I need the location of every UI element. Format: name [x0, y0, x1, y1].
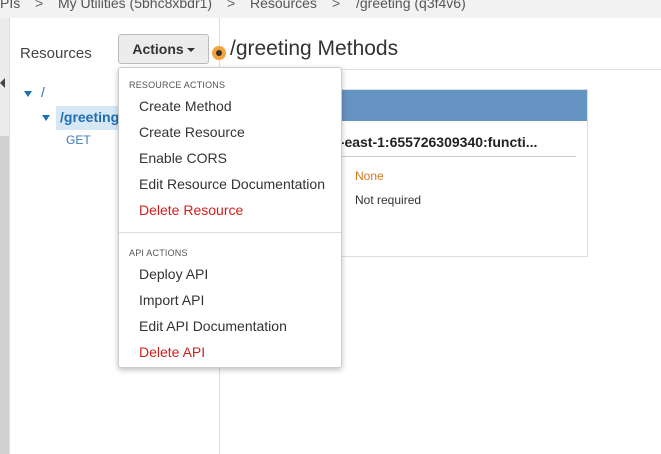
- caret-down-icon: [186, 48, 195, 53]
- tree-expand-icon[interactable]: [42, 115, 50, 121]
- resources-title: Resources: [20, 45, 92, 62]
- breadcrumb-item-api[interactable]: My Utilities (5bhc8xbdr1): [58, 0, 212, 11]
- menu-item-import-api[interactable]: Import API: [139, 292, 204, 308]
- card-divider: [311, 156, 576, 157]
- actions-button-label: Actions: [132, 41, 184, 57]
- menu-divider: [119, 232, 341, 233]
- breadcrumb-item-resource: /greeting (q3f4v6): [356, 0, 466, 11]
- breadcrumb-separator: >: [332, 0, 341, 11]
- menu-item-delete-resource[interactable]: Delete Resource: [139, 202, 243, 218]
- api-key-value: Not required: [355, 193, 422, 207]
- breadcrumb-separator: >: [227, 0, 236, 11]
- resource-actions-heading: RESOURCE ACTIONS: [129, 80, 226, 90]
- help-hint-icon[interactable]: [212, 46, 226, 60]
- tree-item-greeting[interactable]: /greeting: [56, 106, 126, 130]
- page-title: /greeting Methods: [230, 37, 399, 60]
- menu-item-deploy-api[interactable]: Deploy API: [139, 266, 208, 282]
- collapse-arrow-icon[interactable]: [0, 78, 5, 88]
- menu-item-create-method[interactable]: Create Method: [139, 98, 232, 114]
- breadcrumb-separator: >: [35, 0, 44, 11]
- menu-item-enable-cors[interactable]: Enable CORS: [139, 150, 227, 166]
- menu-item-create-resource[interactable]: Create Resource: [139, 124, 245, 140]
- menu-item-edit-api-documentation[interactable]: Edit API Documentation: [139, 318, 287, 334]
- lambda-arn[interactable]: a:us-east-1:655726309340:functi...: [311, 134, 537, 150]
- left-nav-strip: [0, 18, 10, 454]
- actions-button[interactable]: Actions: [118, 34, 209, 64]
- tree-expand-icon[interactable]: [24, 91, 32, 97]
- actions-dropdown-menu: RESOURCE ACTIONS Create Method Create Re…: [118, 67, 342, 368]
- api-actions-heading: API ACTIONS: [129, 248, 188, 258]
- authorization-value[interactable]: None: [355, 169, 384, 183]
- tree-item-label: /greeting: [60, 109, 120, 125]
- breadcrumb: PIs > My Utilities (5bhc8xbdr1) > Resour…: [0, 0, 661, 18]
- menu-item-delete-api[interactable]: Delete API: [139, 344, 205, 360]
- breadcrumb-item-apis[interactable]: PIs: [0, 0, 20, 11]
- breadcrumb-item-resources[interactable]: Resources: [250, 0, 317, 11]
- scrollbar[interactable]: [0, 136, 9, 454]
- tree-item-root[interactable]: /: [41, 84, 45, 100]
- tree-item-get-method[interactable]: GET: [66, 133, 91, 147]
- menu-item-edit-resource-documentation[interactable]: Edit Resource Documentation: [139, 176, 325, 192]
